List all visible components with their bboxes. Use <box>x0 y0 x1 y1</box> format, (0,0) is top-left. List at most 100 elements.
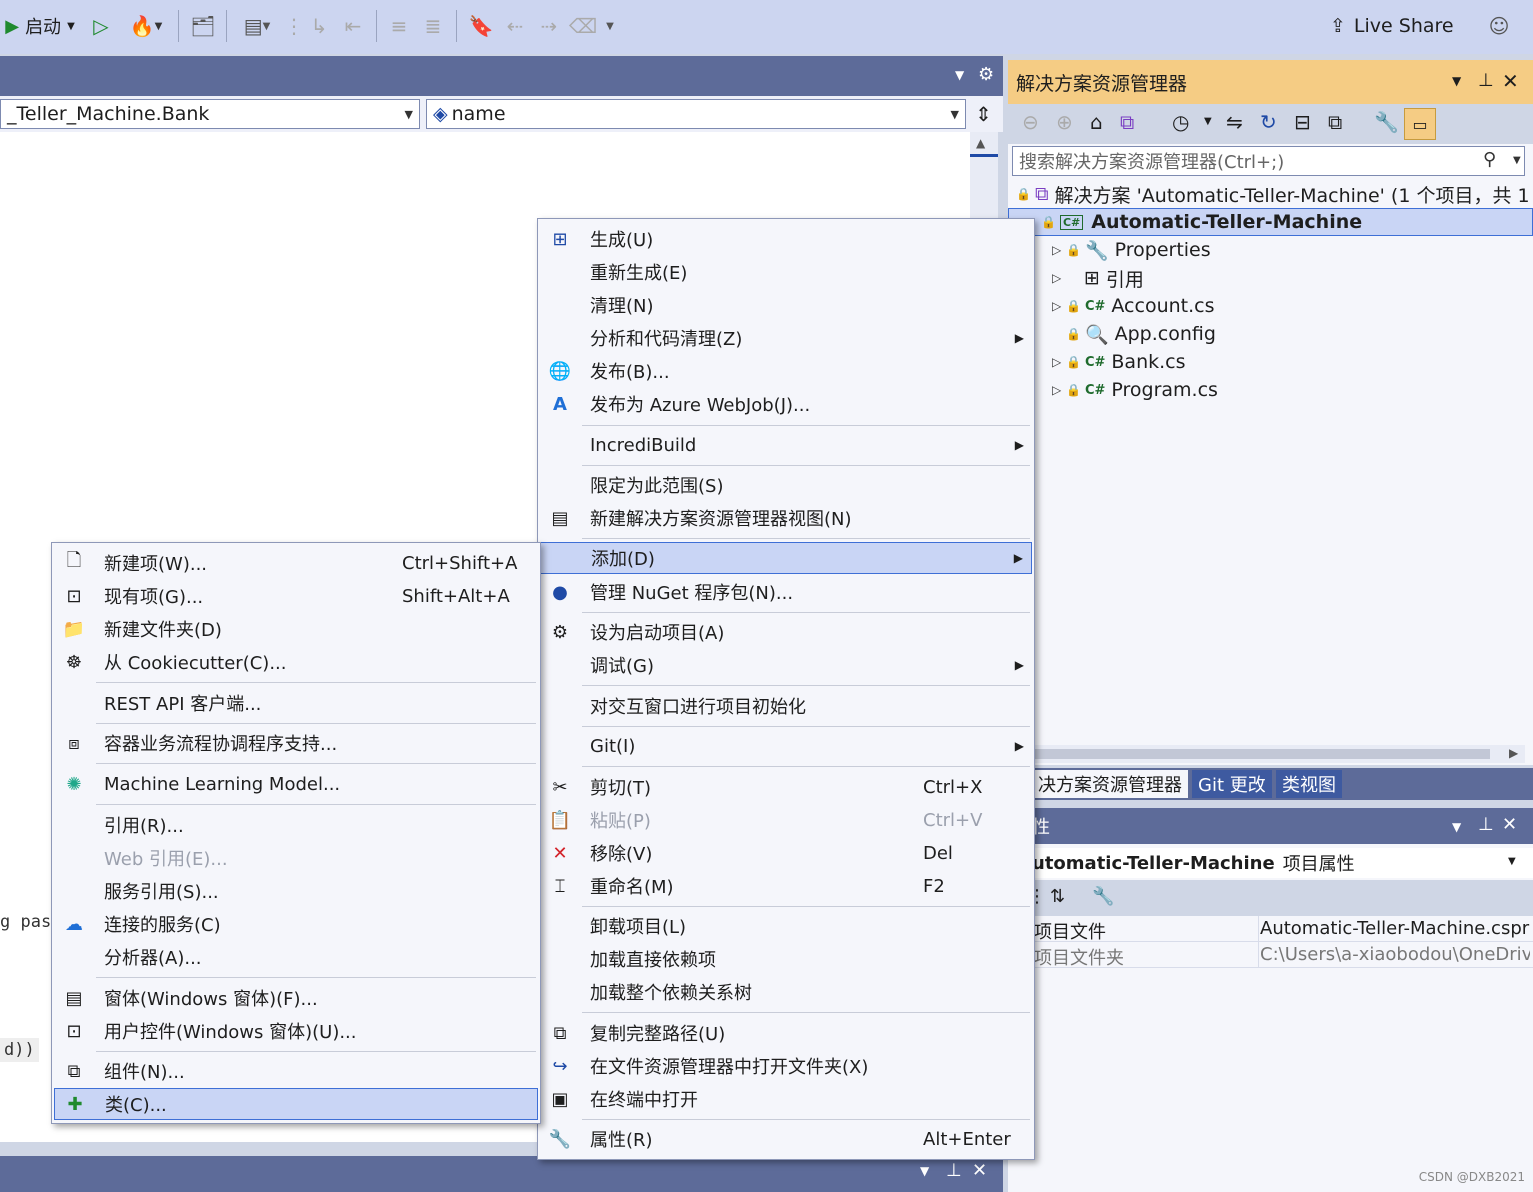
show-all-files-icon[interactable]: ⧉ <box>1328 110 1342 134</box>
menu-item-component[interactable]: ⧉ 组件(N)... <box>54 1055 538 1087</box>
search-icon[interactable]: ⚲ <box>1483 149 1496 170</box>
forward-icon[interactable]: ⊕ <box>1056 110 1073 134</box>
split-icon[interactable]: ⇕ <box>975 102 992 126</box>
menu-item-publish-azure[interactable]: A 发布为 Azure WebJob(J)... <box>540 388 1032 420</box>
chevron-down-icon[interactable]: ▼ <box>1513 155 1521 166</box>
member-combo[interactable]: ◈ name ▼ <box>426 99 966 129</box>
menu-item-new-item[interactable]: 🗋 新建项(W)... Ctrl+Shift+A <box>54 547 538 579</box>
live-share-button[interactable]: ⇪ Live Share <box>1330 10 1454 42</box>
menu-item-remove[interactable]: ✕ 移除(V) Del <box>540 837 1032 869</box>
menu-item-new-folder[interactable]: 📁 新建文件夹(D) <box>54 613 538 645</box>
next-bookmark-icon[interactable]: ⇢ <box>534 10 564 42</box>
start-button[interactable]: ▶ 启动 ▼ <box>0 10 80 42</box>
expand-icon[interactable]: ▷ <box>1052 299 1066 313</box>
menu-item-properties[interactable]: 🔧 属性(R) Alt+Enter <box>540 1123 1032 1155</box>
menu-item-cut[interactable]: ✂ 剪切(T) Ctrl+X <box>540 771 1032 803</box>
menu-item-analyzer[interactable]: 分析器(A)... <box>54 941 538 973</box>
panel-dropdown-icon[interactable]: ▼ <box>1452 74 1461 88</box>
layout-icon[interactable]: ▤ ▼ <box>234 10 280 42</box>
home-icon[interactable]: ⌂ <box>1090 110 1103 134</box>
clear-bookmark-icon[interactable]: ⌫ <box>568 10 598 42</box>
menu-item-set-startup[interactable]: ⚙ 设为启动项目(A) <box>540 616 1032 648</box>
tree-item-bank-cs[interactable]: ▷ 🔒 C# Bank.cs <box>1008 348 1533 376</box>
gear-icon[interactable]: ⚙ <box>978 64 994 85</box>
start-without-debug-icon[interactable]: ▷ <box>88 10 114 42</box>
property-row[interactable]: 项目文件夹 C:\Users\a-xiaobodou\OneDriv <box>1008 942 1533 969</box>
bookmark-icon[interactable]: 🔖 <box>466 10 496 42</box>
comment-icon[interactable]: ↳ <box>304 10 334 42</box>
refresh-icon[interactable]: ↻ <box>1260 110 1277 134</box>
solution-search-input[interactable]: 搜索解决方案资源管理器(Ctrl+;) ⚲ ▼ <box>1012 146 1525 176</box>
menu-item-git[interactable]: Git(I) ▶ <box>540 730 1032 762</box>
browse-icon[interactable]: 🗂 <box>188 10 218 42</box>
close-icon[interactable]: ✕ <box>972 1160 987 1181</box>
menu-item-unload[interactable]: 卸载项目(L) <box>540 910 1032 942</box>
menu-item-nuget[interactable]: ● 管理 NuGet 程序包(N)... <box>540 576 1032 608</box>
sort-alpha-icon[interactable]: ⇅ <box>1050 886 1065 907</box>
menu-item-build[interactable]: ⊞ 生成(U) <box>540 223 1032 255</box>
menu-item-publish[interactable]: 🌐 发布(B)... <box>540 355 1032 387</box>
scroll-up-icon[interactable]: ▲ <box>976 136 985 150</box>
menu-item-class[interactable]: ✚ 类(C)... <box>54 1088 538 1120</box>
back-icon[interactable]: ⊖ <box>1022 110 1039 134</box>
menu-item-connected-service[interactable]: ☁ 连接的服务(C) <box>54 908 538 940</box>
preview-icon[interactable]: ▭ <box>1404 108 1436 140</box>
menu-item-existing-item[interactable]: ⊡ 现有项(G)... Shift+Alt+A <box>54 580 538 612</box>
menu-item-interactive-init[interactable]: 对交互窗口进行项目初始化 <box>540 690 1032 722</box>
solution-node[interactable]: 🔒 ⧉ 解决方案 'Automatic-Teller-Machine' (1 个… <box>1008 180 1533 208</box>
tree-item-references[interactable]: ▷ ⊞ 引用 <box>1008 264 1533 292</box>
indent-icon[interactable]: ≡ <box>384 10 414 42</box>
tab-class-view[interactable]: 类视图 <box>1276 770 1342 798</box>
project-node[interactable]: 🔒 C# Automatic-Teller-Machine <box>1008 208 1533 236</box>
sync-icon[interactable]: ⇋ <box>1226 110 1243 134</box>
menu-item-debug[interactable]: 调试(G) ▶ <box>540 649 1032 681</box>
menu-item-load-all-deps[interactable]: 加载整个依赖关系树 <box>540 976 1032 1008</box>
tree-item-account-cs[interactable]: ▷ 🔒 C# Account.cs <box>1008 292 1533 320</box>
scroll-right-icon[interactable]: ▶ <box>1509 746 1518 760</box>
close-icon[interactable]: ✕ <box>1502 814 1517 835</box>
panel-dropdown-icon[interactable]: ▼ <box>1452 820 1461 834</box>
menu-item-scope-to-this[interactable]: 限定为此范围(S) <box>540 469 1032 501</box>
hot-reload-icon[interactable]: 🔥 ▼ <box>124 10 168 42</box>
toolbar-overflow-icon[interactable]: ▼ <box>600 10 620 42</box>
menu-item-open-terminal[interactable]: ▣ 在终端中打开 <box>540 1083 1032 1115</box>
menu-item-copy-path[interactable]: ⧉ 复制完整路径(U) <box>540 1017 1032 1049</box>
menu-item-user-control[interactable]: ⊡ 用户控件(Windows 窗体)(U)... <box>54 1015 538 1047</box>
menu-item-load-direct-deps[interactable]: 加载直接依赖项 <box>540 943 1032 975</box>
menu-item-open-in-explorer[interactable]: ↪ 在文件资源管理器中打开文件夹(X) <box>540 1050 1032 1082</box>
menu-item-container-support[interactable]: ⧈ 容器业务流程协调程序支持... <box>54 727 538 759</box>
feedback-icon[interactable]: ☺ <box>1484 10 1514 42</box>
wrench-icon[interactable]: 🔧 <box>1374 110 1399 134</box>
menu-item-rebuild[interactable]: 重新生成(E) <box>540 256 1032 288</box>
tab-solution-explorer[interactable]: 决方案资源管理器 <box>1032 770 1188 798</box>
expand-icon[interactable]: ▷ <box>1052 355 1066 369</box>
menu-item-paste[interactable]: 📋 粘贴(P) Ctrl+V <box>540 804 1032 836</box>
outdent-icon[interactable]: ≣ <box>418 10 448 42</box>
menu-item-add[interactable]: 添加(D) ▶ <box>540 542 1032 574</box>
tree-item-properties[interactable]: ▷ 🔒 🔧 Properties <box>1008 236 1533 264</box>
menu-item-service-reference[interactable]: 服务引用(S)... <box>54 875 538 907</box>
wrench-icon[interactable]: 🔧 <box>1092 886 1114 907</box>
menu-item-windows-form[interactable]: ▤ 窗体(Windows 窗体)(F)... <box>54 982 538 1014</box>
vs-switch-icon[interactable]: ⧉ <box>1120 110 1134 134</box>
pending-changes-icon[interactable]: ◷ <box>1172 110 1189 134</box>
scrollbar-thumb[interactable] <box>1035 749 1490 759</box>
menu-item-new-view[interactable]: ▤ 新建解决方案资源管理器视图(N) <box>540 502 1032 534</box>
menu-item-incredibuild[interactable]: IncrediBuild ▶ <box>540 429 1032 461</box>
collapse-all-icon[interactable]: ⊟ <box>1294 110 1311 134</box>
menu-item-analyze[interactable]: 分析和代码清理(Z) ▶ <box>540 322 1032 354</box>
expand-icon[interactable]: ▷ <box>1052 383 1066 397</box>
properties-object-selector[interactable]: utomatic-Teller-Machine 项目属性 ▼ <box>1008 848 1533 878</box>
type-combo[interactable]: _Teller_Machine.Bank ▼ <box>0 99 420 129</box>
menu-item-cookiecutter[interactable]: ☸ 从 Cookiecutter(C)... <box>54 646 538 678</box>
menu-item-rename[interactable]: ⌶ 重命名(M) F2 <box>540 870 1032 902</box>
uncomment-icon[interactable]: ⇤ <box>338 10 368 42</box>
menu-item-reference[interactable]: 引用(R)... <box>54 809 538 841</box>
menu-item-web-reference[interactable]: Web 引用(E)... <box>54 842 538 874</box>
expand-icon[interactable]: ▷ <box>1052 271 1066 285</box>
pin-icon[interactable]: ⊥ <box>946 1160 962 1181</box>
expand-icon[interactable]: ▷ <box>1052 243 1066 257</box>
tree-item-program-cs[interactable]: ▷ 🔒 C# Program.cs <box>1008 376 1533 404</box>
tab-dropdown-icon[interactable]: ▼ <box>955 68 964 82</box>
tree-item-app-config[interactable]: 🔒 🔍 App.config <box>1008 320 1533 348</box>
